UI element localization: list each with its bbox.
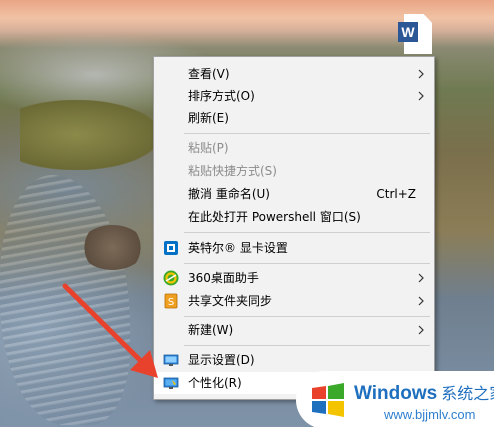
chevron-right-icon [418,325,424,335]
menu-item-label: 个性化(R) [188,376,242,390]
windows-logo-icon [312,383,344,417]
word-document-icon[interactable]: W [398,14,432,56]
annotation-arrow [62,283,158,378]
menu-item-360-desktop[interactable]: 360桌面助手 [154,267,434,289]
watermark-title-cn: 系统之家 [441,386,494,403]
chevron-right-icon [418,69,424,79]
watermark-url: www.bjjmlv.com [384,407,476,422]
desktop-context-menu: 查看(V) 排序方式(O) 刷新(E) 粘贴(P) 粘贴快捷方式(S) 撤消 重… [153,56,435,400]
menu-item-shortcut: Ctrl+Z [376,187,416,201]
menu-item-undo-rename[interactable]: 撤消 重命名(U) Ctrl+Z [154,183,434,205]
intel-graphics-icon [164,241,178,255]
menu-item-label: 显示设置(D) [188,353,255,367]
menu-item-label: 排序方式(O) [188,89,255,103]
menu-item-label: 粘贴(P) [188,141,229,155]
menu-item-label: 新建(W) [188,323,234,337]
menu-item-label: 英特尔® 显卡设置 [188,241,288,255]
chevron-right-icon [418,91,424,101]
menu-item-shared-folder-sync[interactable]: S 共享文件夹同步 [154,290,434,312]
menu-item-paste-shortcut[interactable]: 粘贴快捷方式(S) [154,160,434,182]
menu-item-label: 查看(V) [188,67,230,81]
wallpaper-grass [20,100,160,170]
menu-separator [184,133,430,134]
watermark-title: Windows [354,383,438,404]
menu-separator [184,263,430,264]
menu-item-display-settings[interactable]: 显示设置(D) [154,349,434,371]
menu-separator [184,345,430,346]
wallpaper-rocks [80,225,145,270]
menu-separator [184,316,430,317]
menu-separator [184,232,430,233]
menu-item-open-powershell[interactable]: 在此处打开 Powershell 窗口(S) [154,206,434,228]
chevron-right-icon [418,296,424,306]
menu-item-label: 撤消 重命名(U) [188,187,270,201]
menu-item-intel-graphics[interactable]: 英特尔® 显卡设置 [154,237,434,259]
menu-item-view[interactable]: 查看(V) [154,63,434,85]
menu-item-label: 360桌面助手 [188,271,259,285]
menu-item-new[interactable]: 新建(W) [154,319,434,341]
chevron-right-icon [418,273,424,283]
menu-item-refresh[interactable]: 刷新(E) [154,107,434,129]
menu-item-label: 粘贴快捷方式(S) [188,164,277,178]
menu-item-sort-by[interactable]: 排序方式(O) [154,85,434,107]
menu-item-label: 在此处打开 Powershell 窗口(S) [188,210,361,224]
site-watermark: Windows系统之家 www.bjjmlv.com [296,371,494,429]
menu-item-label: 共享文件夹同步 [188,294,273,308]
menu-item-paste[interactable]: 粘贴(P) [154,137,434,159]
menu-item-label: 刷新(E) [188,111,229,125]
